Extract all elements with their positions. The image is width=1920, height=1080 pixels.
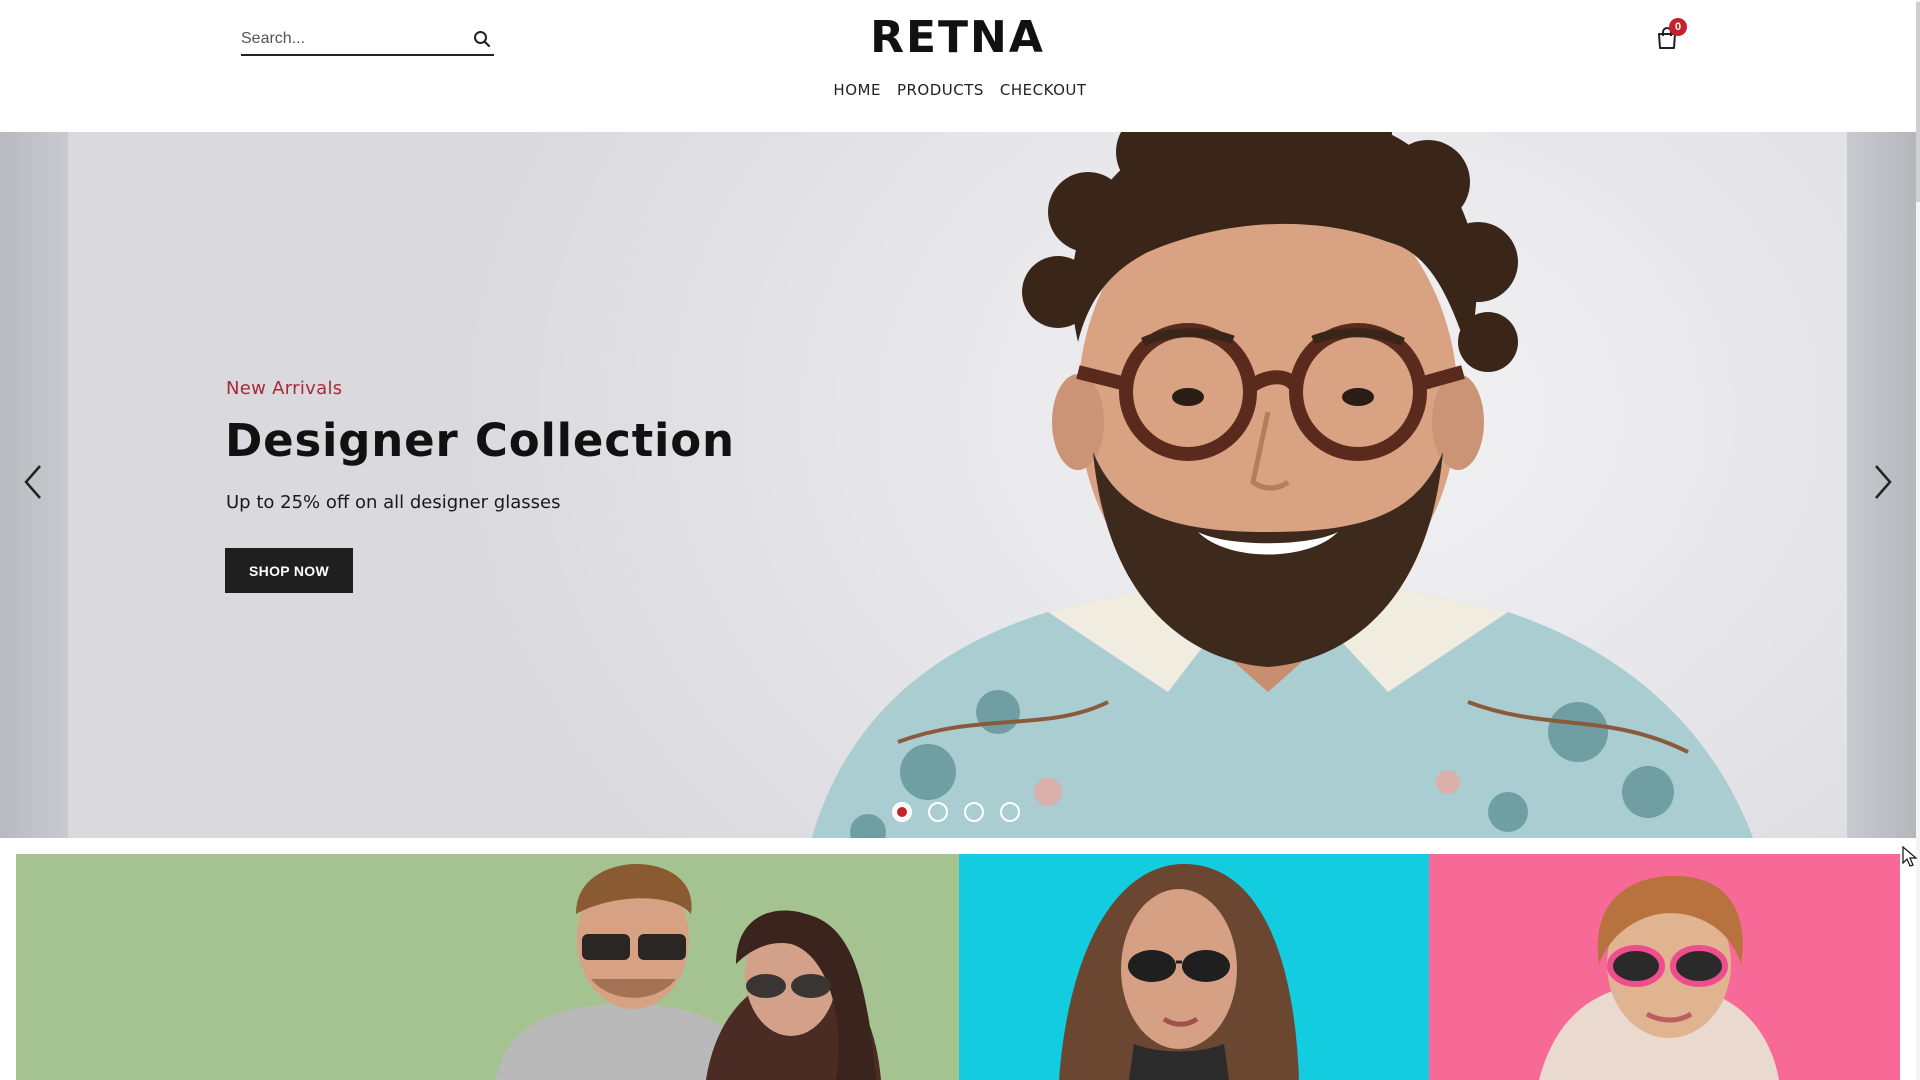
main-nav: HOME PRODUCTS CHECKOUT [810,81,1110,99]
search-icon[interactable] [472,29,492,49]
mouse-cursor-icon [1902,846,1918,867]
shop-now-button[interactable]: SHOP NOW [225,548,353,593]
chevron-right-icon[interactable] [1862,460,1902,504]
nav-checkout-link[interactable]: CHECKOUT [1000,81,1087,99]
cart-count-badge: 0 [1669,18,1687,36]
slider-dot-2[interactable] [928,802,948,822]
cart-button[interactable]: 0 [1652,18,1687,54]
slider-dot-4[interactable] [1000,802,1020,822]
woman-sunglasses-image [1059,864,1299,1080]
hero-kicker: New Arrivals [226,378,343,399]
slider-dot-3[interactable] [964,802,984,822]
hero-slider: New Arrivals Designer Collection Up to 2… [0,132,1920,838]
slider-pagination [892,802,1020,822]
category-banners [16,854,1900,1080]
search-input[interactable] [241,26,456,52]
site-logo[interactable]: RETNA [850,12,1065,63]
kid-sunglasses-image [1539,875,1779,1080]
hero-subtitle: Up to 25% off on all designer glasses [226,492,561,513]
banner-woman-sunglasses[interactable] [959,854,1429,1080]
nav-products-link[interactable]: PRODUCTS [897,81,984,99]
banner-couple-sunglasses[interactable] [16,854,959,1080]
banner-kid-sunglasses[interactable] [1429,854,1900,1080]
couple-sunglasses-image [496,864,881,1080]
site-header: RETNA HOME PRODUCTS CHECKOUT 0 [0,0,1920,132]
search-box [241,22,494,56]
hero-title: Designer Collection [225,414,735,467]
slider-dot-1[interactable] [892,802,912,822]
hero-model-image [811,132,1753,838]
nav-home-link[interactable]: HOME [833,81,881,99]
hero-slide: New Arrivals Designer Collection Up to 2… [68,132,1847,838]
page-scrollbar-thumb[interactable] [1916,2,1920,202]
chevron-left-icon[interactable] [14,460,54,504]
